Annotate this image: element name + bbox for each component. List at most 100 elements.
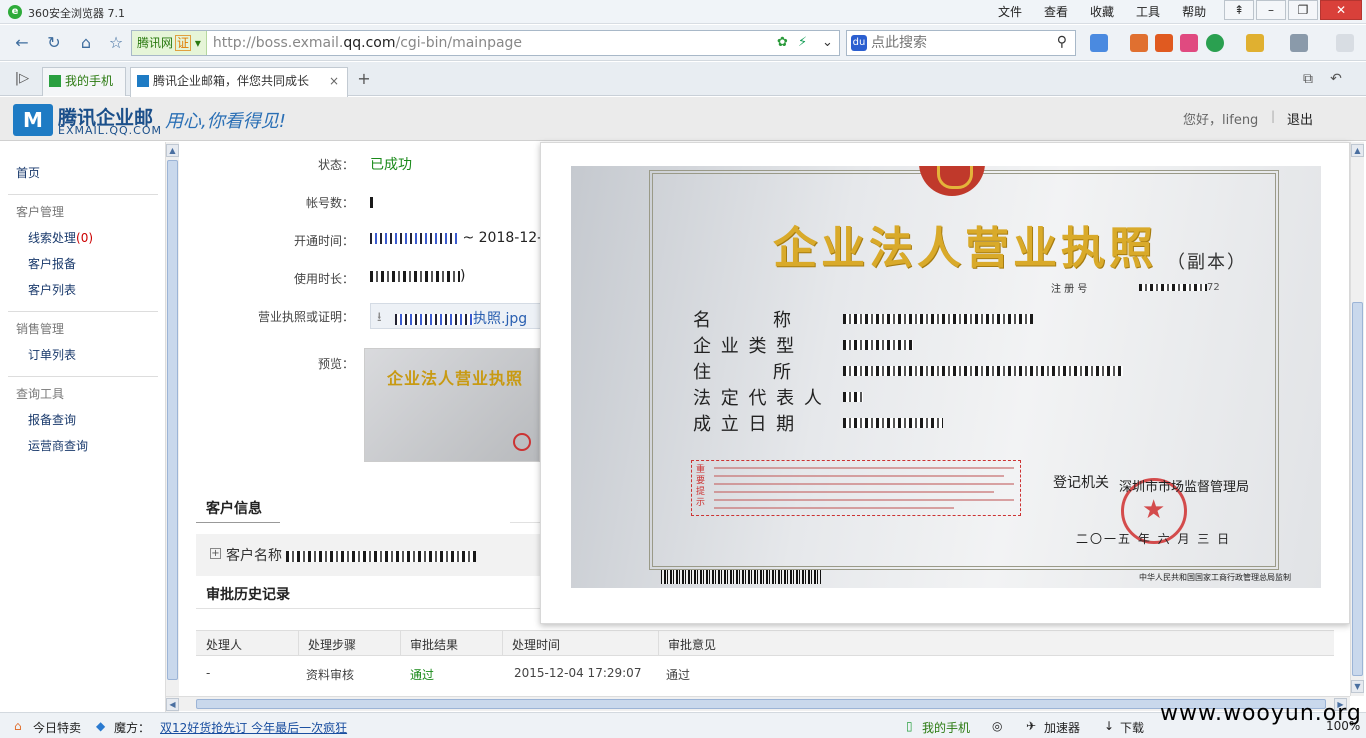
browser-title-bar: e 360安全浏览器 7.1 文件 查看 收藏 工具 帮助 ⇞ – ❐ ✕	[0, 0, 1366, 24]
row-time: 2015-12-04 17:29:07	[514, 666, 642, 680]
extension-more-icon[interactable]	[1336, 34, 1354, 52]
scroll-up-icon[interactable]: ▲	[1351, 144, 1364, 157]
browser-logo-icon: e	[8, 5, 22, 19]
security-shield-icon[interactable]	[1206, 34, 1224, 52]
menu-favorites[interactable]: 收藏	[1090, 3, 1114, 20]
expand-plus-icon[interactable]: +	[210, 548, 221, 559]
baidu-paw-icon: du	[851, 35, 867, 51]
extension-screenshot-icon[interactable]	[1290, 34, 1308, 52]
field-label: 开通时间：	[293, 234, 354, 248]
minimize-button[interactable]: –	[1256, 0, 1286, 20]
scroll-down-icon[interactable]: ▼	[1351, 680, 1364, 693]
notes-line	[714, 507, 954, 509]
tab-list-icon[interactable]: ⧉	[1296, 67, 1320, 91]
dropdown-icon[interactable]: ⌄	[822, 35, 833, 50]
close-tab-icon[interactable]: ×	[329, 68, 339, 94]
file-suffix: 执照.jpg	[473, 311, 528, 327]
col-handler: 处理人	[206, 638, 243, 652]
menu-tools[interactable]: 工具	[1136, 3, 1160, 20]
content-scrollbar[interactable]: ▲ ▼	[1350, 142, 1364, 696]
speed-icon[interactable]: ◎	[992, 719, 1002, 733]
sidebar-item-report-query[interactable]: 报备查询	[28, 411, 76, 428]
browser-title: 360安全浏览器 7.1	[28, 7, 125, 20]
apps-icon[interactable]	[1090, 34, 1108, 52]
extension-tool-icon[interactable]	[1155, 34, 1173, 52]
scroll-thumb[interactable]	[167, 160, 178, 680]
sidebar-scrollbar[interactable]: ▲ ▼	[165, 142, 179, 712]
field-label: 预览：	[317, 357, 354, 371]
customer-info-title: 客户信息	[206, 501, 262, 517]
menu-file[interactable]: 文件	[998, 3, 1022, 20]
back-icon[interactable]: ←	[10, 31, 34, 55]
close-window-button[interactable]: ✕	[1320, 0, 1362, 20]
sidebar-group-sales: 销售管理	[16, 322, 65, 336]
download-icon: ⭳	[377, 310, 382, 325]
tab-my-phone[interactable]: 我的手机	[42, 67, 126, 96]
redacted	[370, 270, 460, 282]
duration-end: )	[460, 268, 466, 284]
logout-link[interactable]: 退出	[1287, 109, 1313, 128]
home-icon[interactable]: ⌂	[74, 31, 98, 55]
sidebar-item-home[interactable]: 首页	[16, 164, 40, 181]
undo-close-icon[interactable]: ↶	[1324, 67, 1348, 91]
extension-calendar-icon[interactable]	[1130, 34, 1148, 52]
license-field-legal-rep: 法 定 代 表 人	[693, 388, 824, 409]
favorite-star-icon[interactable]: ☆	[104, 31, 128, 55]
col-divider	[502, 631, 503, 656]
search-box[interactable]: du ⚲	[846, 30, 1076, 56]
status-bar: ⌂ 今日特卖 ◆ 魔方： 双12好货抢先订 今年最后一次疯狂 ▯ 我的手机 ◎ …	[0, 701, 1366, 738]
seal-icon	[513, 433, 531, 451]
my-phone-link[interactable]: 我的手机	[922, 719, 970, 736]
extension-mail-icon[interactable]	[1180, 34, 1198, 52]
url-path: /cgi-bin/mainpage	[395, 35, 523, 51]
col-opinion: 审批意见	[668, 638, 717, 652]
search-input[interactable]	[871, 33, 1051, 53]
license-field-name: 名 称	[693, 310, 793, 331]
download-button[interactable]: 下载	[1120, 719, 1144, 736]
license-thumbnail[interactable]: 企业法人营业执照	[364, 348, 540, 462]
license-field-address: 住 所	[693, 362, 793, 383]
phone-icon: ▯	[906, 719, 913, 733]
browser-menu-bar: 文件 查看 收藏 工具 帮助	[998, 3, 1228, 20]
license-copy-mark: （副本）	[1167, 252, 1247, 273]
maximize-button[interactable]: ❐	[1288, 0, 1318, 20]
lightning-icon[interactable]: ⚡	[798, 35, 807, 50]
pin-icon[interactable]: ⇞	[1224, 0, 1254, 20]
address-bar[interactable]: 腾讯网证 ▾ http://boss.exmail.qq.com/cgi-bin…	[131, 30, 840, 56]
sidebar-item-report[interactable]: 客户报备	[28, 255, 76, 272]
license-file-link[interactable]: ⭳ 执照.jpg	[370, 303, 542, 329]
refresh-icon[interactable]: ↻	[42, 31, 66, 55]
license-file-name: 执照.jpg	[395, 308, 527, 328]
menu-view[interactable]: 查看	[1044, 3, 1068, 20]
scroll-left-icon[interactable]: ◀	[166, 698, 179, 711]
scroll-thumb[interactable]	[196, 699, 1326, 709]
recycle-icon[interactable]: ✿	[777, 35, 788, 50]
promo-link[interactable]: 双12好货抢先订 今年最后一次疯狂	[160, 719, 347, 736]
tab-exmail[interactable]: 腾讯企业邮箱，伴您共同成长 ×	[130, 67, 348, 97]
menu-help[interactable]: 帮助	[1182, 3, 1206, 20]
today-deals-link[interactable]: 今日特卖	[33, 719, 81, 736]
exmail-logo-icon: M	[13, 104, 53, 136]
exmail-favicon	[137, 75, 149, 87]
sidebar-item-customer-list[interactable]: 客户列表	[28, 281, 76, 298]
phone-icon	[49, 75, 61, 87]
new-tab-icon[interactable]: +	[352, 67, 376, 91]
sidebar-toggle-icon[interactable]: |▷	[10, 67, 34, 91]
divider	[8, 311, 158, 312]
search-icon[interactable]: ⚲	[1057, 34, 1067, 50]
url-text[interactable]: http://boss.exmail.qq.com/cgi-bin/mainpa…	[207, 35, 522, 51]
scroll-thumb[interactable]	[1352, 302, 1363, 676]
sidebar-item-leads[interactable]: 线索处理(0)	[28, 229, 93, 246]
sidebar-item-carrier-query[interactable]: 运营商查询	[28, 437, 88, 454]
scroll-up-icon[interactable]: ▲	[166, 144, 179, 157]
site-identity[interactable]: 腾讯网证 ▾	[132, 31, 207, 55]
sidebar-item-label: 线索处理	[28, 231, 77, 245]
accelerator-button[interactable]: 加速器	[1044, 719, 1080, 736]
row-step: 资料审核	[306, 668, 355, 682]
tab-label: 腾讯企业邮箱，伴您共同成长	[153, 74, 310, 88]
sidebar-item-orders[interactable]: 订单列表	[28, 346, 76, 363]
redacted	[370, 196, 376, 208]
leads-count: (0)	[76, 231, 94, 245]
brand-domain: EXMAIL.QQ.COM	[58, 124, 163, 137]
extension-game-icon[interactable]	[1246, 34, 1264, 52]
